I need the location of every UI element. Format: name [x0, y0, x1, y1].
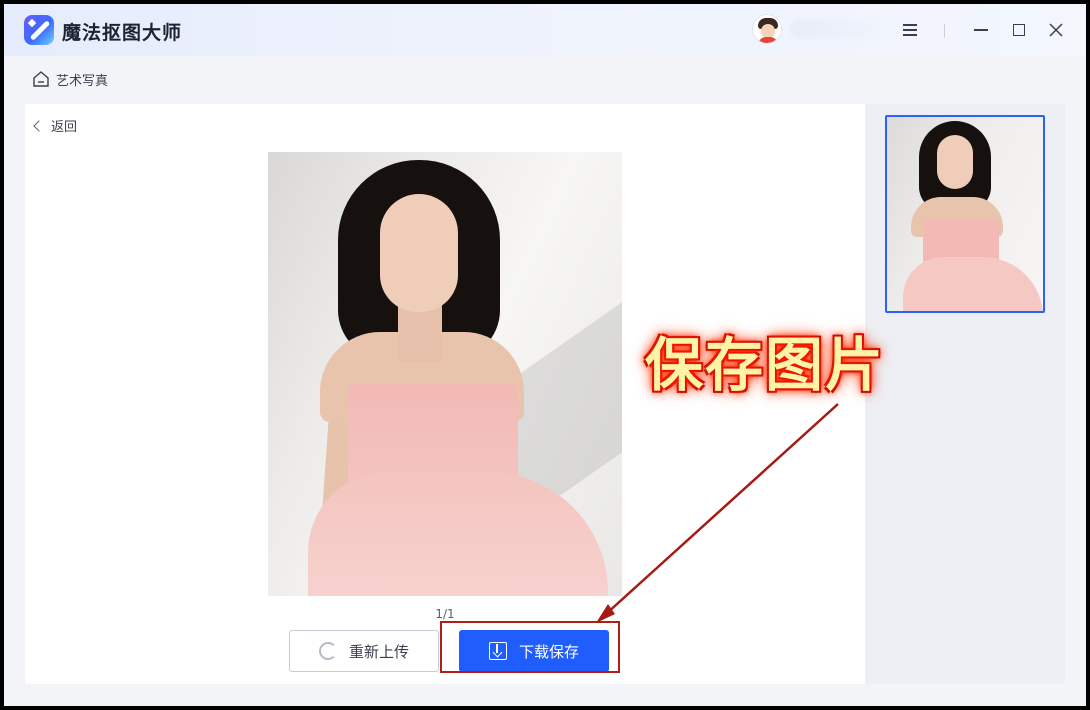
page-indicator: 1/1	[435, 607, 455, 621]
thumbnail-selected[interactable]	[885, 115, 1045, 313]
menu-icon[interactable]	[898, 18, 922, 42]
reupload-button[interactable]: 重新上传	[289, 630, 439, 672]
chevron-left-icon	[33, 120, 45, 132]
close-icon[interactable]	[1044, 18, 1068, 42]
user-avatar[interactable]	[752, 14, 782, 44]
refresh-icon	[318, 642, 337, 660]
minimize-icon[interactable]	[969, 18, 993, 42]
app-window: 魔法抠图大师 艺术写真 返回 1/1 重新上传 下载保存	[4, 4, 1086, 706]
maximize-icon[interactable]	[1007, 18, 1031, 42]
preview-image	[268, 152, 622, 596]
annotation-label: 保存图片	[645, 331, 886, 399]
app-logo-icon	[24, 15, 54, 45]
app-title: 魔法抠图大师	[62, 22, 183, 44]
back-label: 返回	[51, 120, 78, 135]
thumbnail-sidebar	[865, 104, 1065, 684]
reupload-label: 重新上传	[348, 642, 409, 661]
breadcrumb-label: 艺术写真	[56, 73, 109, 89]
annotation-highlight-box	[440, 621, 620, 673]
breadcrumb[interactable]: 艺术写真	[32, 68, 108, 90]
titlebar-divider	[944, 24, 945, 38]
username-blurred[interactable]	[790, 20, 880, 38]
home-icon	[32, 70, 50, 88]
back-button[interactable]: 返回	[33, 116, 78, 135]
title-bar: 魔法抠图大师	[4, 4, 1086, 56]
